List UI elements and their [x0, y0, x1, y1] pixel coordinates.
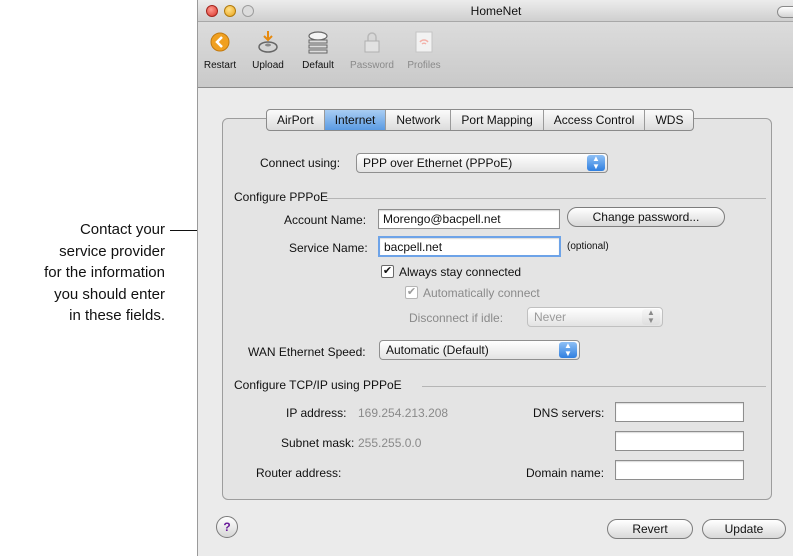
- toolbar-restart[interactable]: Restart: [200, 30, 240, 71]
- account-name-field[interactable]: Morengo@bacpell.net: [378, 209, 560, 229]
- domain-name-field[interactable]: [615, 460, 744, 480]
- change-password-button[interactable]: Change password...: [567, 207, 725, 227]
- callout-text: Contact your service provider for the in…: [0, 219, 165, 327]
- disconnect-idle-popup[interactable]: Never ▲ ▼: [527, 307, 663, 327]
- toolbar-upload[interactable]: Upload: [248, 30, 288, 71]
- auto-connect-label: Automatically connect: [423, 286, 540, 300]
- ip-address-label: IP address:: [286, 406, 347, 420]
- toolbar-label: Default: [302, 60, 334, 71]
- help-button[interactable]: ?: [216, 516, 238, 538]
- dns-servers-label: DNS servers:: [533, 406, 605, 420]
- section-divider: [422, 386, 766, 387]
- chevron-updown-icon: ▲ ▼: [559, 342, 577, 358]
- service-name-field[interactable]: bacpell.net: [378, 236, 561, 257]
- tab-port-mapping[interactable]: Port Mapping: [450, 110, 542, 130]
- title-bar: HomeNet: [198, 0, 793, 22]
- lock-icon: [364, 32, 380, 53]
- optional-hint: (optional): [567, 241, 609, 252]
- chevron-updown-icon: ▲ ▼: [587, 155, 605, 171]
- disconnect-idle-value: Never: [534, 310, 567, 324]
- wan-speed-value: Automatic (Default): [386, 343, 489, 357]
- connect-using-popup[interactable]: PPP over Ethernet (PPPoE) ▲ ▼: [356, 153, 608, 173]
- toolbar-label: Password: [350, 60, 394, 71]
- homenet-window: HomeNet Restart Upload Default Password …: [197, 0, 793, 556]
- toolbar: Restart Upload Default Password Profiles: [198, 22, 793, 88]
- content-area: AirPort Internet Network Port Mapping Ac…: [198, 88, 793, 556]
- ip-address-value: 169.254.213.208: [358, 406, 449, 420]
- toolbar-label: Restart: [203, 60, 237, 71]
- window-title: HomeNet: [470, 4, 522, 18]
- connect-using-label: Connect using:: [260, 156, 341, 170]
- callout-line: Contact your: [79, 221, 165, 238]
- wan-speed-popup[interactable]: Automatic (Default) ▲ ▼: [379, 340, 580, 360]
- router-address-label: Router address:: [256, 466, 342, 480]
- service-name-label: Service Name:: [289, 241, 368, 255]
- always-connected-label: Always stay connected: [399, 265, 522, 279]
- tab-bar: AirPort Internet Network Port Mapping Ac…: [266, 109, 695, 131]
- account-name-label: Account Name:: [284, 213, 367, 227]
- toolbar-label: Upload: [252, 60, 284, 71]
- toolbar-toggle-button[interactable]: [777, 6, 793, 18]
- dns-servers-field-2[interactable]: [615, 431, 744, 451]
- toolbar-label: Profiles: [407, 60, 441, 71]
- chevron-updown-icon: ▲ ▼: [642, 309, 660, 325]
- tab-wds[interactable]: WDS: [644, 110, 693, 130]
- wan-speed-label: WAN Ethernet Speed:: [248, 345, 366, 359]
- update-button[interactable]: Update: [702, 519, 786, 539]
- always-connected-checkbox[interactable]: ✔: [381, 265, 394, 278]
- section-configure-tcpip: Configure TCP/IP using PPPoE: [234, 378, 402, 392]
- dns-servers-field[interactable]: [615, 402, 744, 422]
- subnet-mask-value: 255.255.0.0: [358, 436, 422, 450]
- callout-line: in these fields.: [69, 307, 165, 324]
- section-configure-pppoe: Configure PPPoE: [234, 190, 329, 204]
- subnet-mask-label: Subnet mask:: [281, 436, 355, 450]
- tab-internet[interactable]: Internet: [323, 110, 386, 130]
- default-icon: [308, 31, 328, 54]
- tab-network[interactable]: Network: [385, 110, 450, 130]
- section-divider: [326, 198, 766, 199]
- profiles-icon: [415, 31, 433, 53]
- tab-airport[interactable]: AirPort: [267, 110, 324, 130]
- callout-line: you should enter: [54, 285, 165, 303]
- tab-access-control[interactable]: Access Control: [542, 110, 645, 130]
- revert-button[interactable]: Revert: [607, 519, 693, 539]
- callout-line: for the information: [44, 264, 165, 281]
- auto-connect-checkbox[interactable]: ✔: [405, 286, 418, 299]
- toolbar-password: Password: [346, 30, 398, 71]
- upload-icon: [258, 31, 278, 53]
- toolbar-profiles: Profiles: [402, 30, 446, 71]
- toolbar-default[interactable]: Default: [296, 30, 340, 71]
- callout-line: service provider: [59, 242, 165, 260]
- domain-name-label: Domain name:: [526, 466, 605, 480]
- checkmark-icon: ✔: [406, 286, 417, 298]
- checkmark-icon: ✔: [382, 265, 393, 277]
- restart-icon: [210, 32, 230, 52]
- connect-using-value: PPP over Ethernet (PPPoE): [363, 156, 513, 170]
- disconnect-idle-label: Disconnect if idle:: [409, 311, 504, 325]
